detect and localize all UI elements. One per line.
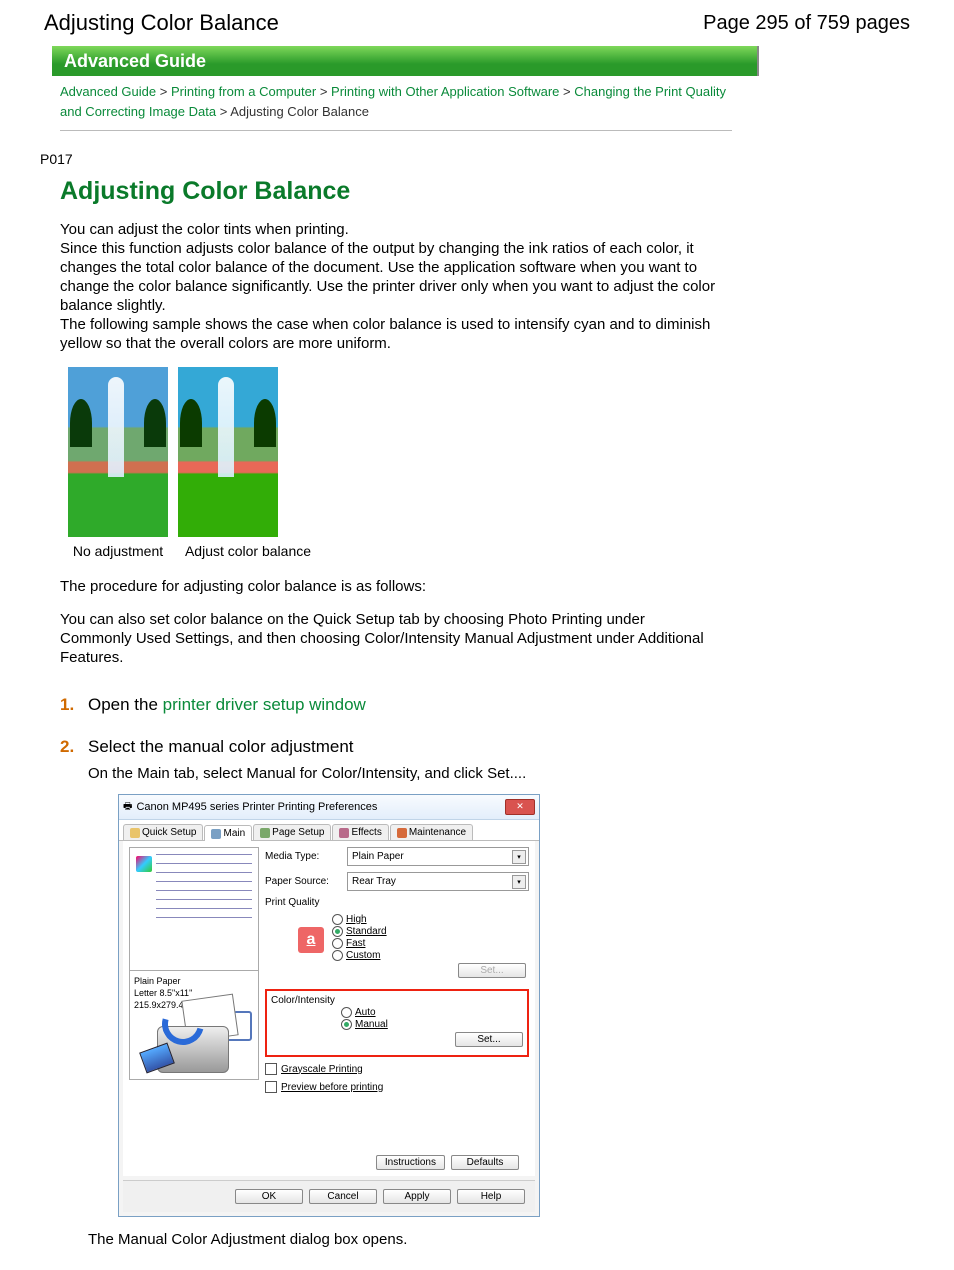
step2-after: The Manual Color Adjustment dialog box o…	[88, 1231, 720, 1248]
radio-auto[interactable]	[341, 1007, 352, 1018]
radio-high[interactable]	[332, 914, 343, 925]
media-type-select[interactable]: Plain Paper▾	[347, 847, 529, 866]
label-custom: Custom	[346, 950, 380, 961]
chevron-down-icon: ▾	[512, 850, 526, 864]
checkbox-preview[interactable]	[265, 1081, 277, 1093]
quality-sample-icon: a	[298, 927, 324, 953]
chevron-down-icon: ▾	[512, 875, 526, 889]
color-intensity-label: Color/Intensity	[271, 995, 523, 1006]
step1-text: Open the	[88, 695, 163, 714]
instructions-button[interactable]: Instructions	[376, 1155, 445, 1170]
tab-main[interactable]: Main	[204, 825, 252, 841]
tab-page-setup[interactable]: Page Setup	[253, 824, 331, 840]
help-button[interactable]: Help	[457, 1189, 525, 1204]
close-button[interactable]: ✕	[505, 799, 535, 815]
guide-banner: Advanced Guide	[52, 46, 759, 76]
main-heading: Adjusting Color Balance	[60, 177, 954, 206]
printer-icon: 🖶	[123, 799, 132, 816]
printer-driver-setup-link[interactable]: printer driver setup window	[163, 695, 366, 714]
tab-quick-setup[interactable]: Quick Setup	[123, 824, 203, 840]
label-preview: Preview before printing	[281, 1082, 383, 1093]
breadcrumb-sep: >	[320, 84, 328, 99]
radio-fast[interactable]	[332, 938, 343, 949]
main-tab-icon	[211, 829, 221, 839]
dialog-title: Canon MP495 series Printer Printing Pref…	[132, 801, 505, 813]
label-high: High	[346, 914, 367, 925]
radio-manual[interactable]	[341, 1019, 352, 1030]
checkbox-grayscale[interactable]	[265, 1063, 277, 1075]
tab-effects[interactable]: Effects	[332, 824, 388, 840]
printer-art-icon	[142, 993, 242, 1073]
sample-image-no-adjustment	[68, 367, 168, 537]
effects-icon	[339, 828, 349, 838]
breadcrumb-current: Adjusting Color Balance	[230, 104, 369, 119]
breadcrumb: Advanced Guide > Printing from a Compute…	[60, 82, 732, 131]
color-intensity-group: Color/Intensity Auto Manual Set...	[265, 989, 529, 1057]
label-standard: Standard	[346, 926, 387, 937]
sample-image-adjusted	[178, 367, 278, 537]
radio-custom[interactable]	[332, 950, 343, 961]
preview-info: Plain Paper Letter 8.5"x11" 215.9x279.4m…	[129, 971, 259, 1080]
quick-setup-note: You can also set color balance on the Qu…	[60, 610, 720, 667]
procedure-line: The procedure for adjusting color balanc…	[60, 577, 720, 596]
caption-adjusted: Adjust color balance	[178, 543, 318, 559]
dialog-tabstrip: Quick Setup Main Page Setup Effects Main…	[119, 820, 539, 841]
breadcrumb-link-2[interactable]: Printing from a Computer	[171, 84, 316, 99]
printing-preferences-dialog: 🖶 Canon MP495 series Printer Printing Pr…	[118, 794, 540, 1217]
page-number: Page 295 of 759 pages	[703, 12, 910, 35]
page-setup-icon	[260, 828, 270, 838]
intro-paragraph: You can adjust the color tints when prin…	[60, 220, 720, 353]
caption-no-adjustment: No adjustment	[68, 543, 168, 559]
step2-heading: Select the manual color adjustment	[88, 737, 720, 757]
paper-source-label: Paper Source:	[265, 876, 341, 887]
page-code: P017	[40, 151, 954, 167]
quick-setup-icon	[130, 828, 140, 838]
maintenance-icon	[397, 828, 407, 838]
radio-standard[interactable]	[332, 926, 343, 937]
breadcrumb-link-1[interactable]: Advanced Guide	[60, 84, 156, 99]
color-thumb-icon	[136, 856, 152, 872]
label-manual: Manual	[355, 1019, 388, 1030]
page-title: Adjusting Color Balance	[44, 10, 279, 36]
breadcrumb-link-3[interactable]: Printing with Other Application Software	[331, 84, 559, 99]
paper-source-select[interactable]: Rear Tray▾	[347, 872, 529, 891]
media-type-label: Media Type:	[265, 851, 341, 862]
breadcrumb-sep: >	[563, 84, 571, 99]
apply-button[interactable]: Apply	[383, 1189, 451, 1204]
ci-set-button[interactable]: Set...	[455, 1032, 523, 1047]
breadcrumb-sep: >	[160, 84, 168, 99]
pq-set-button[interactable]: Set...	[458, 963, 526, 978]
label-fast: Fast	[346, 938, 365, 949]
cancel-button[interactable]: Cancel	[309, 1189, 377, 1204]
label-grayscale: Grayscale Printing	[281, 1064, 363, 1075]
tab-maintenance[interactable]: Maintenance	[390, 824, 473, 840]
breadcrumb-sep: >	[220, 104, 228, 119]
step2-sub: On the Main tab, select Manual for Color…	[88, 765, 720, 782]
page-preview	[129, 847, 259, 971]
ok-button[interactable]: OK	[235, 1189, 303, 1204]
defaults-button[interactable]: Defaults	[451, 1155, 519, 1170]
print-quality-label: Print Quality	[265, 897, 529, 908]
label-auto: Auto	[355, 1007, 376, 1018]
